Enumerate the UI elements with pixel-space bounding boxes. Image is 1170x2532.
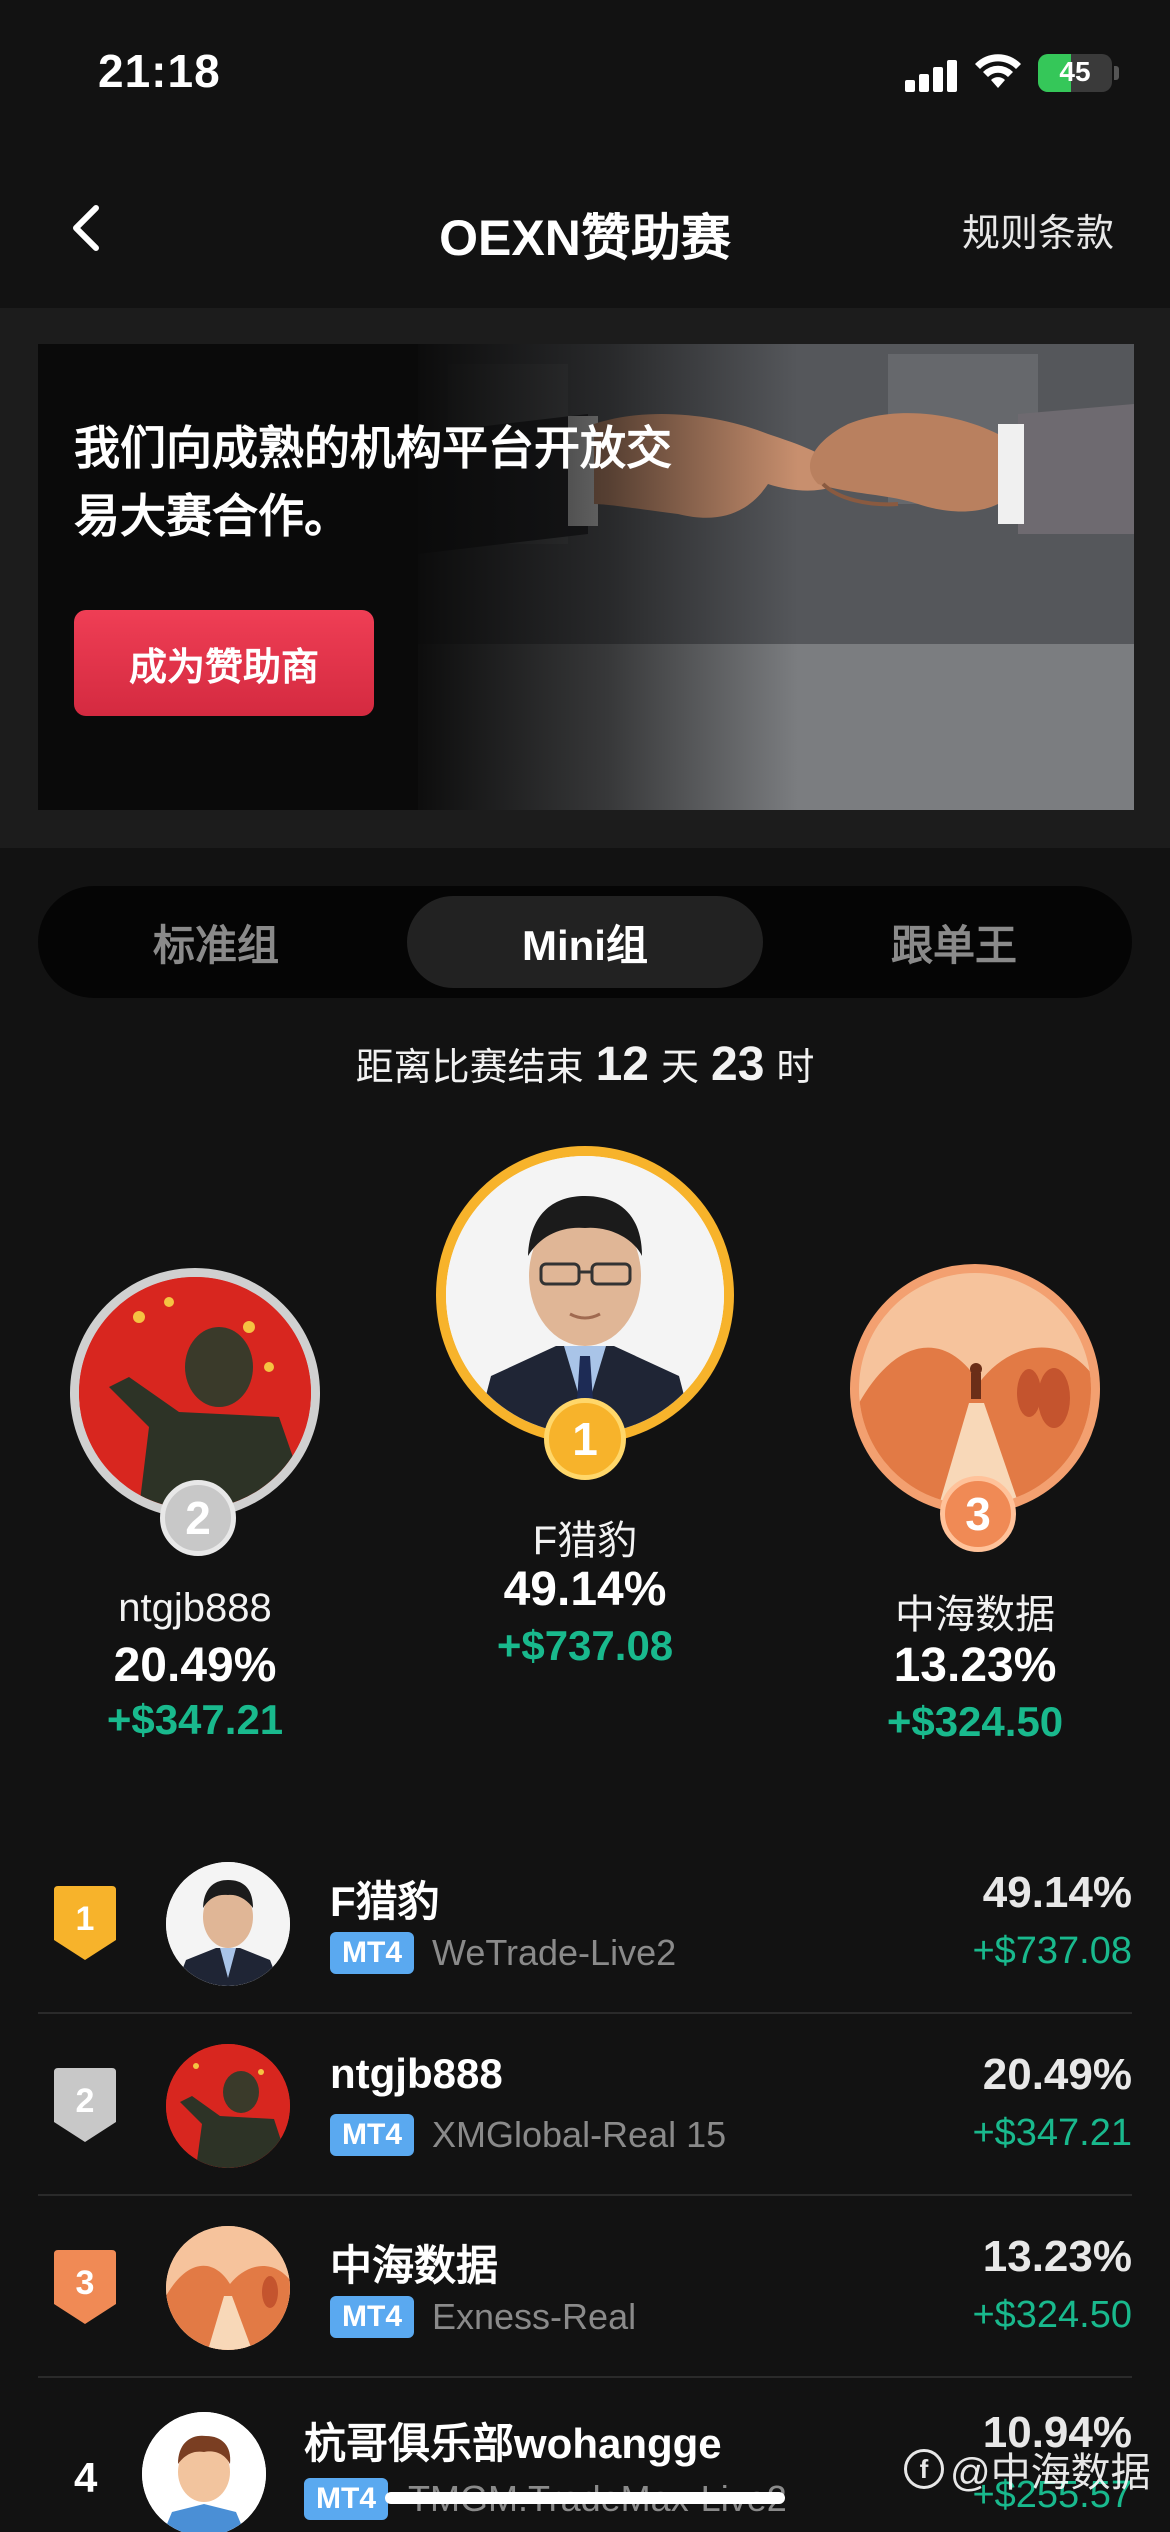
podium-first[interactable]: 1 F猎豹 49.14% +$737.08 <box>428 1146 742 1686</box>
podium-first-name: F猎豹 <box>532 1519 638 1563</box>
platform-tag: MT4 <box>330 2114 414 2156</box>
tab-copy-king[interactable]: 跟单王 <box>776 896 1132 988</box>
avatar-image <box>859 1273 1091 1505</box>
silver-rank-badge-icon: 2 <box>54 2068 116 2142</box>
row-amount: +$737.08 <box>972 1930 1132 1972</box>
countdown-hours: 23 <box>711 1038 765 1091</box>
avatar <box>166 2044 290 2168</box>
leaderboard-row[interactable]: 1 F猎豹 MT4 WeTrade-Live2 49.14% +$737.08 <box>38 1832 1132 2014</box>
status-time: 21:18 <box>98 45 221 97</box>
battery-percent: 45 <box>1059 56 1091 87</box>
rank-label: 2 <box>76 2082 95 2120</box>
tab-mini[interactable]: Mini组 <box>407 896 763 988</box>
tab-standard[interactable]: 标准组 <box>38 896 394 988</box>
home-indicator[interactable] <box>385 2492 785 2504</box>
rank-label: 3 <box>76 2264 95 2302</box>
platform-tag: MT4 <box>330 2296 414 2338</box>
rank-label: 1 <box>76 1900 95 1938</box>
leaderboard-row[interactable]: 2 ntgjb888 MT4 XMGlobal-Real 15 20.49% +… <box>38 2014 1132 2196</box>
become-sponsor-button[interactable]: 成为赞助商 <box>74 610 374 716</box>
wifi-icon <box>975 54 1021 88</box>
row-server: WeTrade-Live2 <box>432 1932 677 1973</box>
rank-2-medal: 2 <box>160 1480 236 1556</box>
status-bar: 21:18 45 <box>0 0 1170 150</box>
gold-rank-badge-icon: 1 <box>54 1886 116 1960</box>
row-amount: +$347.21 <box>972 2112 1132 2154</box>
podium-third-pct: 13.23% <box>893 1639 1057 1692</box>
avatar <box>166 1862 290 1986</box>
banner-headline: 我们向成熟的机构平台开放交易大赛合作。 <box>74 422 672 542</box>
nav-bar: OEXN赞助赛 规则条款 <box>0 150 1170 308</box>
avatar-image <box>79 1277 311 1509</box>
rank-3-medal: 3 <box>940 1476 1016 1552</box>
sponsor-banner: 我们向成熟的机构平台开放交易大赛合作。 成为赞助商 <box>38 344 1134 810</box>
leaderboard-row[interactable]: 3 中海数据 MT4 Exness-Real 13.23% +$324.50 <box>38 2196 1132 2378</box>
avatar-image <box>142 2412 266 2532</box>
podium-third-amount: +$324.50 <box>886 1698 1064 1745</box>
countdown-days-unit: 天 <box>660 1047 699 1089</box>
avatar <box>142 2412 266 2532</box>
podium-second-amount: +$347.21 <box>106 1696 284 1743</box>
battery-icon: 45 <box>1038 54 1112 92</box>
countdown-hours-unit: 时 <box>776 1047 815 1089</box>
rank-1-medal: 1 <box>544 1398 626 1480</box>
avatar-image <box>166 2226 290 2350</box>
row-pct: 13.23% <box>982 2232 1132 2281</box>
countdown-days: 12 <box>595 1038 649 1091</box>
group-tabs: 标准组 Mini组 跟单王 <box>38 886 1132 998</box>
row-amount: +$324.50 <box>972 2294 1132 2336</box>
bronze-rank-badge-icon: 3 <box>54 2250 116 2324</box>
cellular-signal-icon <box>905 58 957 92</box>
row-pct: 49.14% <box>982 1868 1132 1917</box>
rules-terms-link[interactable]: 规则条款 <box>962 202 1114 257</box>
podium-third-name: 中海数据 <box>895 1593 1055 1637</box>
avatar-image <box>166 1862 290 1986</box>
countdown: 距离比赛结束 12 天 23 时 <box>0 1036 1170 1092</box>
watermark-text: @中海数据 <box>950 2451 1151 2495</box>
podium-second-name: ntgjb888 <box>118 1586 272 1630</box>
podium-third[interactable]: 3 中海数据 13.23% +$324.50 <box>820 1264 1130 1774</box>
battery-tip <box>1114 66 1119 80</box>
watermark: f @中海数据 <box>904 2440 1151 2498</box>
row-server: Exness-Real <box>432 2296 637 2337</box>
row-name: F猎豹 <box>330 1878 440 1925</box>
platform-logo-icon: f <box>904 2449 944 2489</box>
platform-tag: MT4 <box>330 1932 414 1974</box>
countdown-prefix: 距离比赛结束 <box>355 1047 584 1089</box>
podium-second[interactable]: 2 ntgjb888 20.49% +$347.21 <box>40 1268 350 1768</box>
row-pct: 20.49% <box>982 2050 1132 2099</box>
podium-first-pct: 49.14% <box>503 1563 667 1616</box>
row-name: 中海数据 <box>330 2242 499 2289</box>
row-server: XMGlobal-Real 15 <box>432 2114 727 2155</box>
platform-tag: MT4 <box>304 2478 388 2520</box>
avatar-image <box>166 2044 290 2168</box>
podium-second-pct: 20.49% <box>113 1639 277 1692</box>
avatar <box>166 2226 290 2350</box>
row-name: ntgjb888 <box>330 2050 503 2097</box>
podium-first-amount: +$737.08 <box>496 1622 674 1669</box>
avatar-image <box>446 1156 724 1434</box>
row-name: 杭哥俱乐部wohangge <box>304 2420 722 2467</box>
rank-label: 4 <box>74 2454 98 2501</box>
